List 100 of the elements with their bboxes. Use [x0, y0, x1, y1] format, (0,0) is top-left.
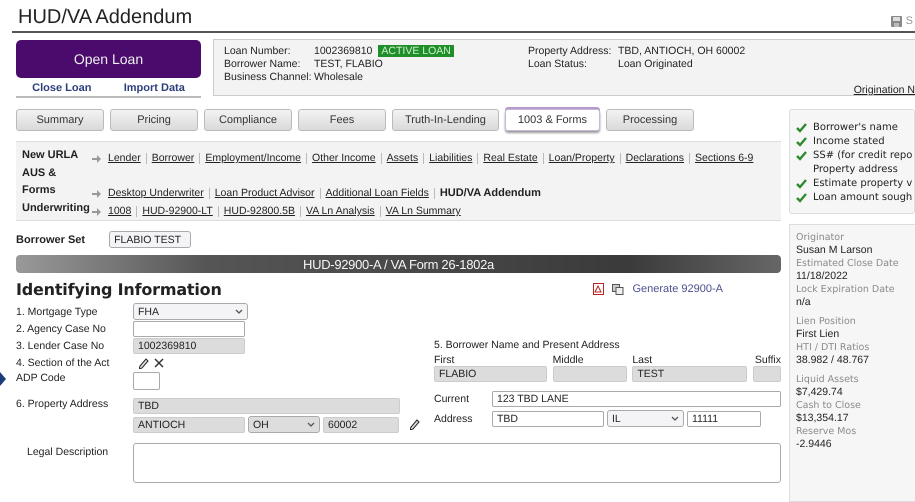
tab[interactable]: Truth-In-Lending — [392, 109, 499, 131]
nav-heading: Underwriting — [22, 201, 90, 216]
tab[interactable]: Compliance — [204, 109, 292, 131]
pointer-arrow-icon — [0, 372, 6, 386]
field-label: 3. Lender Case No — [16, 340, 106, 352]
nav-link[interactable]: HUD-92900-LT — [136, 206, 218, 217]
field-label: 4. Section of the Act — [16, 357, 110, 369]
info-label: Loan Number: — [224, 45, 292, 57]
field-label: 6. Property Address — [16, 398, 110, 410]
nav-link[interactable]: Other Income — [306, 153, 381, 164]
action-link[interactable]: Close Loan — [32, 82, 92, 94]
info-value: 1002369810 — [314, 45, 372, 57]
nav-link[interactable]: HUD-92800.5B — [218, 206, 300, 217]
arrow-right-icon — [92, 208, 101, 216]
input-field[interactable]: TBD — [492, 410, 604, 426]
tab[interactable]: 1003 & Forms — [504, 109, 600, 131]
borrower-set-select[interactable]: FLABIO TEST — [109, 231, 192, 248]
summary-label: HTI / DTI Ratios — [796, 341, 870, 354]
summary-value: $13,354.17 — [796, 412, 850, 425]
input-field[interactable]: 123 TBD LANE — [492, 391, 781, 407]
checklist-item: Property address — [813, 164, 898, 175]
summary-label: Estimated Close Date — [796, 257, 900, 270]
summary-label: Reserve Mos — [796, 425, 858, 438]
nav-link[interactable]: Employment/Income — [199, 153, 306, 164]
info-value: TEST, FLABIO — [314, 58, 383, 70]
input-field: 60002 — [323, 416, 399, 432]
summary-label: Lock Expiration Date — [796, 283, 896, 296]
input-field: ANTIOCH — [133, 416, 245, 432]
borrower-heading: 5. Borrower Name and Present Address — [434, 339, 621, 351]
info-value: Loan Originated — [618, 58, 693, 70]
checklist-item: SS# (for credit repo — [813, 150, 912, 161]
arrow-right-icon — [92, 190, 101, 198]
tab[interactable]: Pricing — [110, 109, 198, 131]
input-field[interactable] — [133, 321, 245, 337]
summary-label: Originator — [796, 231, 845, 244]
field-label: 1. Mortgage Type — [16, 306, 99, 318]
page-title: HUD/VA Addendum — [18, 6, 192, 29]
nav-link[interactable]: Declarations — [620, 153, 689, 164]
arrow-right-icon — [92, 154, 101, 162]
nav-link[interactable]: VA Ln Summary — [380, 206, 466, 217]
nav-link[interactable]: Lender — [108, 153, 146, 164]
pdf-icon[interactable] — [593, 283, 604, 295]
info-label: Property Address: — [528, 45, 612, 57]
checklist-item: Estimate property v — [813, 178, 912, 189]
summary-value: n/a — [796, 296, 812, 309]
summary-label: Cash to Close — [796, 399, 862, 412]
close-icon[interactable] — [154, 358, 164, 368]
summary-value: -2.9446 — [796, 438, 833, 451]
summary-value: 38.982 / 48.767 — [796, 354, 870, 367]
field-label: Current — [434, 393, 470, 405]
input-field: TEST — [632, 366, 748, 382]
state-select[interactable]: IL — [607, 410, 684, 427]
column-label: First — [434, 354, 456, 366]
nav-heading: AUS & Forms — [22, 166, 58, 198]
copy-icon[interactable] — [612, 284, 624, 294]
tab[interactable]: Fees — [298, 109, 386, 131]
generate-link[interactable]: Generate 92900-A — [632, 283, 723, 295]
legal-description-field[interactable] — [133, 443, 781, 483]
save-icon[interactable] — [890, 16, 902, 26]
summary-label: Liquid Assets — [796, 373, 860, 386]
open-loan-button[interactable]: Open Loan — [16, 40, 201, 78]
form-banner: HUD-92900-A / VA Form 26-1802a — [16, 255, 781, 273]
input-field: FLABIO — [434, 366, 547, 382]
nav-link[interactable]: Loan Product Advisor — [208, 188, 320, 199]
nav-heading: New URLA — [22, 148, 80, 163]
status-badge: ACTIVE LOAN — [378, 45, 454, 57]
info-label: Borrower Name: — [224, 58, 302, 70]
checklist-item: Loan amount sough — [813, 192, 912, 203]
input-field — [752, 366, 781, 382]
mortgage-type-select[interactable]: FHA — [133, 303, 248, 320]
info-value: Wholesale — [314, 71, 364, 83]
input-field: 1002369810 — [133, 338, 245, 354]
nav-link[interactable]: Real Estate — [477, 153, 543, 164]
tab[interactable]: Processing — [606, 109, 694, 131]
column-label: Middle — [552, 354, 585, 366]
tab[interactable]: Summary — [16, 109, 104, 131]
nav-link[interactable]: VA Ln Analysis — [300, 206, 380, 217]
summary-value: $7,429.74 — [796, 386, 844, 399]
input-field[interactable] — [133, 372, 160, 390]
nav-link[interactable]: Additional Loan Fields — [320, 188, 434, 199]
action-link[interactable]: Import Data — [124, 82, 185, 94]
input-field: TBD — [133, 398, 400, 414]
checklist-item: Income stated — [813, 136, 885, 147]
column-label: Last — [632, 354, 654, 366]
nav-link[interactable]: Desktop Underwriter — [108, 188, 209, 199]
nav-link[interactable]: Assets — [380, 153, 424, 164]
pencil-icon[interactable] — [410, 419, 420, 430]
column-label: Suffix — [754, 354, 781, 366]
nav-link[interactable]: Loan/Property — [542, 153, 620, 164]
pencil-icon[interactable] — [139, 358, 149, 368]
nav-link[interactable]: 1008 — [108, 206, 136, 217]
nav-link[interactable]: HUD/VA Addendum — [434, 188, 546, 199]
input-field[interactable]: 11111 — [687, 410, 761, 426]
info-label: Loan Status: — [528, 58, 588, 70]
field-label: Address — [434, 412, 474, 424]
field-label: 2. Agency Case No — [16, 323, 107, 335]
nav-link[interactable]: Liabilities — [423, 153, 478, 164]
origination-link[interactable]: Origination N — [854, 84, 915, 96]
nav-link[interactable]: Borrower — [146, 153, 200, 164]
nav-link[interactable]: Sections 6-9 — [689, 153, 758, 164]
